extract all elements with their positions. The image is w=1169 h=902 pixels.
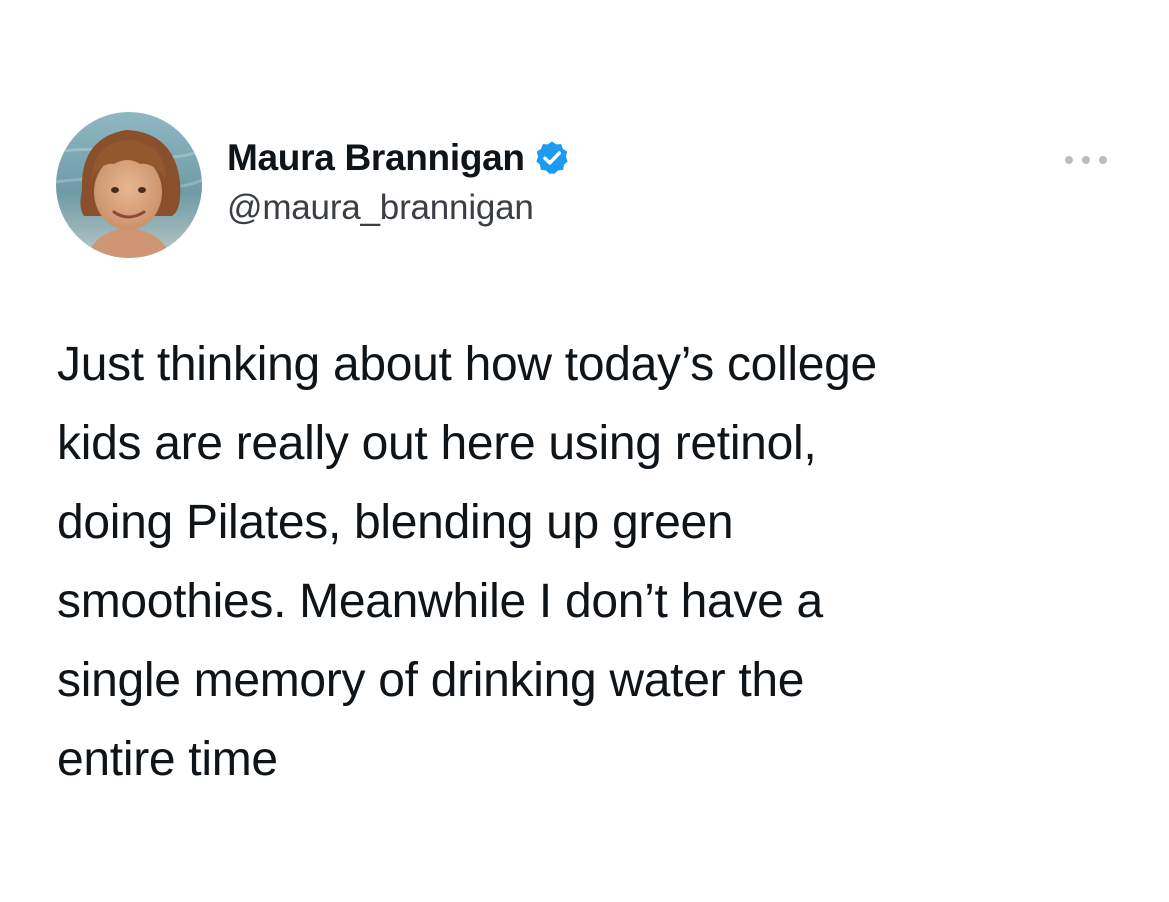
avatar-photo-icon [56, 112, 202, 258]
tweet-card: Maura Brannigan @maura_brannigan Just th… [0, 0, 1169, 902]
tweet-text-line: Just thinking about how today’s college [57, 338, 877, 391]
tweet-text-line: single memory of drinking water the [57, 654, 805, 707]
verified-badge-icon [533, 139, 571, 177]
author-name-row: Maura Brannigan [227, 135, 571, 181]
tweet-body: Just thinking about how today’s college … [57, 325, 1147, 799]
more-options-ellipsis-icon [1065, 156, 1107, 164]
author-handle[interactable]: @maura_brannigan [227, 188, 534, 228]
more-options-button[interactable] [1058, 145, 1114, 175]
tweet-text-line: smoothies. Meanwhile I don’t have a [57, 575, 823, 628]
tweet-text-line: doing Pilates, blending up green [57, 496, 734, 549]
tweet-text-line: entire time [57, 733, 278, 786]
profile-avatar[interactable] [56, 112, 202, 258]
author-display-name[interactable]: Maura Brannigan [227, 137, 525, 179]
tweet-text-line: kids are really out here using retinol, [57, 417, 817, 470]
